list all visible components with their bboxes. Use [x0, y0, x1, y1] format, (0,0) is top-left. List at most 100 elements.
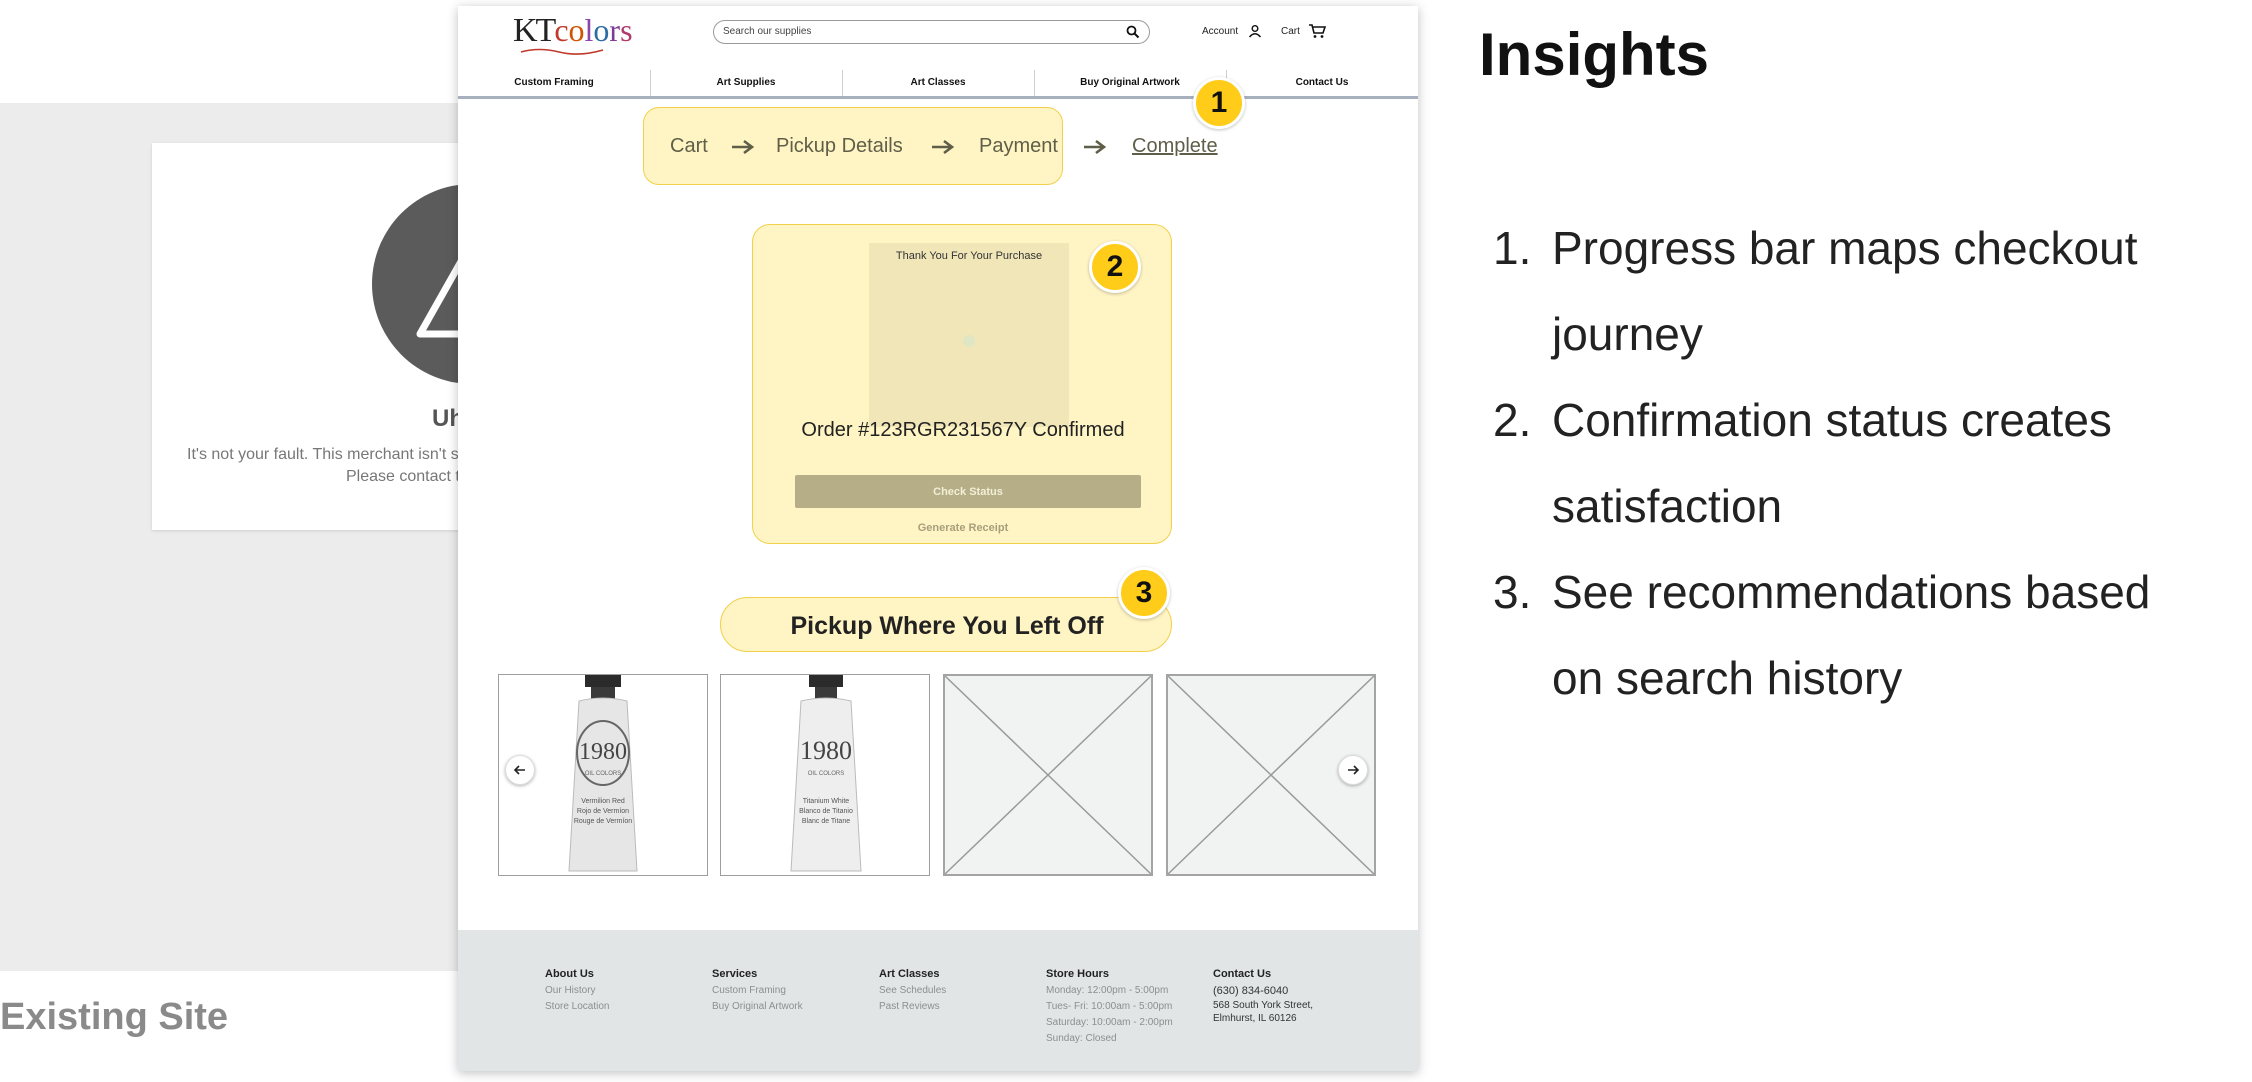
checkout-progress-bar: Cart Pickup Details Payment Complete	[643, 107, 1218, 185]
footer-heading: About Us	[545, 968, 594, 980]
footer-link-custom-framing[interactable]: Custom Framing	[712, 983, 803, 999]
footer-heading: Contact Us	[1213, 968, 1272, 980]
arrow-right-icon	[932, 139, 955, 155]
footer-hours-line: Saturday: 10:00am - 2:00pm	[1046, 1017, 1173, 1028]
insights-title: Insights	[1479, 21, 1710, 88]
product-color-name-fr: Rouge de Vermíon	[574, 818, 632, 825]
search-input[interactable]: Search our supplies	[723, 26, 811, 37]
footer-link-past-reviews[interactable]: Past Reviews	[879, 999, 946, 1015]
nav-custom-framing[interactable]: Custom Framing	[514, 77, 593, 88]
arrow-right-icon	[732, 139, 755, 155]
nav-art-supplies[interactable]: Art Supplies	[717, 77, 776, 88]
insight-item: 1. Progress bar maps checkout journey	[1493, 205, 2233, 377]
search-icon[interactable]	[1126, 25, 1140, 39]
insight-badge-1: 1	[1193, 77, 1245, 129]
footer-address-line1: 568 South York Street,	[1213, 1000, 1314, 1011]
footer-link-buy-original-artwork[interactable]: Buy Original Artwork	[712, 999, 803, 1015]
footer-link-store-location[interactable]: Store Location	[545, 999, 610, 1015]
footer-hours-line: Monday: 12:00pm - 5:00pm	[1046, 985, 1169, 996]
error-message-line2: Please contact t	[346, 468, 460, 485]
step-cart[interactable]: Cart	[670, 135, 708, 158]
new-site-mockup: KTcolors Search our supplies Account Car…	[458, 6, 1418, 1071]
carousel-prev-button[interactable]	[505, 755, 535, 785]
logo-kt: KT	[513, 12, 556, 49]
product-brand: 1980	[579, 739, 627, 765]
cart-icon[interactable]	[1308, 23, 1326, 39]
order-confirmed-text: Order #123RGR231567Y Confirmed	[801, 419, 1125, 441]
insight-badge-3: 3	[1118, 567, 1170, 619]
nav-buy-original-artwork[interactable]: Buy Original Artwork	[1080, 77, 1180, 88]
footer-art-classes: Art Classes See Schedules Past Reviews	[879, 968, 946, 1015]
chevron-left-icon	[513, 765, 525, 775]
loading-dot	[963, 335, 975, 347]
footer-heading: Store Hours	[1046, 968, 1109, 980]
nav-divider	[650, 70, 651, 96]
step-payment[interactable]: Payment	[979, 135, 1058, 158]
step-complete[interactable]: Complete	[1132, 135, 1218, 158]
paint-tube-image: 1980 OIL COLORS Titanium White Blanco de…	[790, 675, 862, 872]
product-color-name: Vermilion Red	[581, 798, 625, 805]
insight-item: 2. Confirmation status creates satisfact…	[1493, 377, 2233, 549]
footer-link-our-history[interactable]: Our History	[545, 983, 610, 999]
recommendations-title: Pickup Where You Left Off	[790, 612, 1104, 640]
generate-receipt-link[interactable]: Generate Receipt	[753, 522, 1173, 534]
footer-address-line2: Elmhurst, IL 60126	[1213, 1013, 1297, 1024]
image-placeholder-icon	[945, 676, 1151, 874]
insight-item: 3. See recommendations based on search h…	[1493, 549, 2233, 721]
product-sub: OIL COLORS	[585, 771, 621, 777]
product-card-titanium-white[interactable]: 1980 OIL COLORS Titanium White Blanco de…	[720, 674, 930, 876]
insight-text-line1: Progress bar maps checkout	[1552, 222, 2138, 274]
product-brand: 1980	[800, 736, 852, 765]
footer-about-us: About Us Our History Store Location	[545, 968, 610, 1015]
footer-phone[interactable]: (630) 834-6040	[1213, 983, 1313, 999]
arrow-right-icon	[1084, 139, 1107, 155]
account-icon[interactable]	[1248, 24, 1262, 38]
logo-colors: colors	[554, 12, 633, 48]
insight-number: 1.	[1493, 222, 1532, 274]
footer-store-hours: Store Hours Monday: 12:00pm - 5:00pm Tue…	[1046, 968, 1173, 1047]
insight-number: 3.	[1493, 566, 1532, 618]
product-color-name-es: Blanco de Titanio	[799, 808, 853, 815]
footer-hours-line: Sunday: Closed	[1046, 1033, 1117, 1044]
search-bar[interactable]: Search our supplies	[713, 20, 1150, 44]
footer-services: Services Custom Framing Buy Original Art…	[712, 968, 803, 1015]
insight-text-line2: on search history	[1552, 652, 1903, 704]
nav-contact-us[interactable]: Contact Us	[1296, 77, 1349, 88]
nav-art-classes[interactable]: Art Classes	[910, 77, 965, 88]
footer-contact-us: Contact Us (630) 834-6040 568 South York…	[1213, 968, 1313, 1025]
main-nav: Custom Framing Art Supplies Art Classes …	[458, 70, 1418, 99]
carousel-next-button[interactable]	[1338, 755, 1368, 785]
error-circle	[372, 184, 470, 384]
footer-heading: Art Classes	[879, 968, 940, 980]
account-link[interactable]: Account	[1202, 26, 1238, 37]
footer-heading: Services	[712, 968, 758, 980]
product-sub: OIL COLORS	[808, 771, 844, 777]
logo-swash	[520, 48, 604, 55]
error-card: Uh It's not your fault. This merchant is…	[152, 143, 470, 530]
insight-text-line2: journey	[1552, 308, 1703, 360]
kt-colors-logo[interactable]: KTcolors	[513, 12, 633, 58]
nav-divider	[1034, 70, 1035, 96]
nav-divider	[842, 70, 843, 96]
insight-badge-2: 2	[1089, 241, 1141, 293]
thank-you-animation: Thank You For Your Purchase	[869, 243, 1069, 427]
footer-link-see-schedules[interactable]: See Schedules	[879, 983, 946, 999]
cart-link[interactable]: Cart	[1281, 26, 1300, 37]
pickup-where-you-left-off-banner: Pickup Where You Left Off	[720, 597, 1172, 652]
product-color-name: Titanium White	[803, 798, 850, 805]
insight-text-line2: satisfaction	[1552, 480, 1783, 532]
check-status-button[interactable]: Check Status	[795, 475, 1141, 508]
thank-you-message: Thank You For Your Purchase	[895, 250, 1043, 262]
insight-text-line1: See recommendations based	[1552, 566, 2151, 618]
site-footer: About Us Our History Store Location Serv…	[458, 930, 1418, 1071]
footer-hours-line: Tues- Fri: 10:00am - 5:00pm	[1046, 1001, 1173, 1012]
step-pickup-details[interactable]: Pickup Details	[776, 135, 903, 158]
insight-text-line1: Confirmation status creates	[1552, 394, 2112, 446]
product-color-name-es: Rojo de Vermíon	[577, 808, 629, 815]
chevron-right-icon	[1348, 765, 1360, 775]
product-card-placeholder[interactable]	[943, 674, 1153, 876]
insight-number: 2.	[1493, 394, 1532, 446]
existing-site-label: Existing Site	[0, 996, 229, 1038]
product-color-name-fr: Blanc de Titane	[802, 818, 850, 825]
error-message-line1: It's not your fault. This merchant isn't…	[187, 446, 459, 463]
